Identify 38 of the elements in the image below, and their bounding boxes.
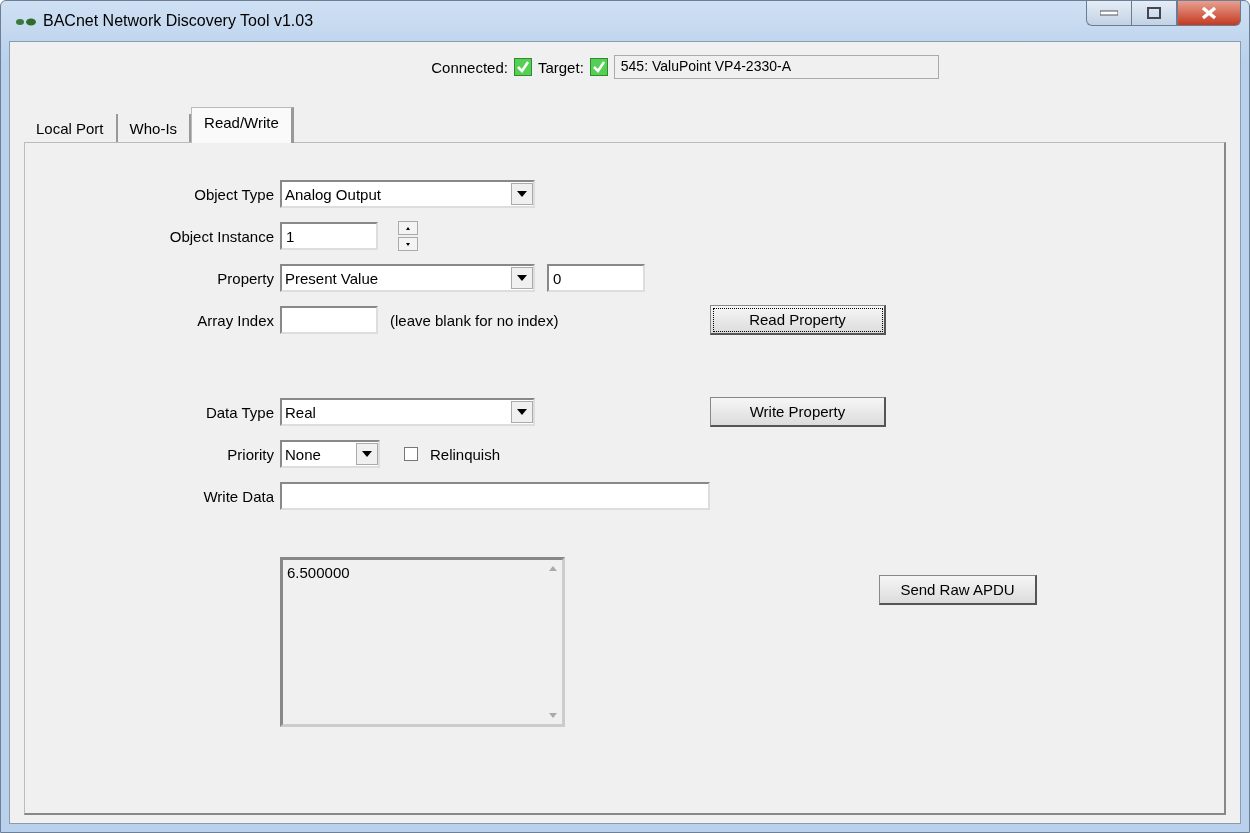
dropdown-field[interactable]: Present Value [280,264,535,292]
maximize-icon [1147,7,1161,19]
minimize-button[interactable] [1086,1,1131,26]
down-arrow-icon [406,242,410,246]
input-field[interactable] [280,482,710,510]
tab[interactable]: Read/Write [191,107,294,143]
field-label: Array Index [196,311,275,329]
field-label: Write Data [202,487,275,505]
dropdown-field[interactable]: Analog Output [280,180,535,208]
checkbox-label: Relinquish [430,445,501,463]
close-button[interactable] [1177,1,1241,26]
send-raw-apdu-button[interactable]: Send Raw APDU [879,575,1037,605]
output-text: 6.500000 [286,563,351,583]
field-label: Property [216,269,275,287]
device-field: 545: ValuPoint VP4-2330-A [613,55,939,79]
hint-text: (leave blank for no index) [390,311,559,329]
field-label: Data Type [204,403,275,421]
read-property-button[interactable]: Read Property [710,305,886,335]
input-field[interactable]: 0 [547,264,645,292]
spin-down-button[interactable] [398,237,418,251]
status-label: Target: [537,58,584,76]
close-icon [1201,6,1217,20]
checkbox[interactable] [404,447,418,461]
write-property-button[interactable]: Write Property [710,397,886,427]
input-field[interactable] [280,306,378,334]
window-title: BACnet Network Discovery Tool v1.03 [43,12,314,30]
up-arrow-icon [406,226,410,230]
dropdown-field[interactable]: None [280,440,380,468]
field-label: Object Instance [168,227,275,245]
field-label: Object Type [193,185,275,203]
dropdown-field[interactable]: Real [280,398,535,426]
field-label: Priority [226,445,275,463]
app-icon [15,16,37,26]
minimize-icon [1100,10,1118,16]
status-label: Connected: [431,58,508,76]
input-field[interactable]: 1 [280,222,378,250]
maximize-button[interactable] [1131,1,1177,26]
spin-up-button[interactable] [398,221,418,235]
